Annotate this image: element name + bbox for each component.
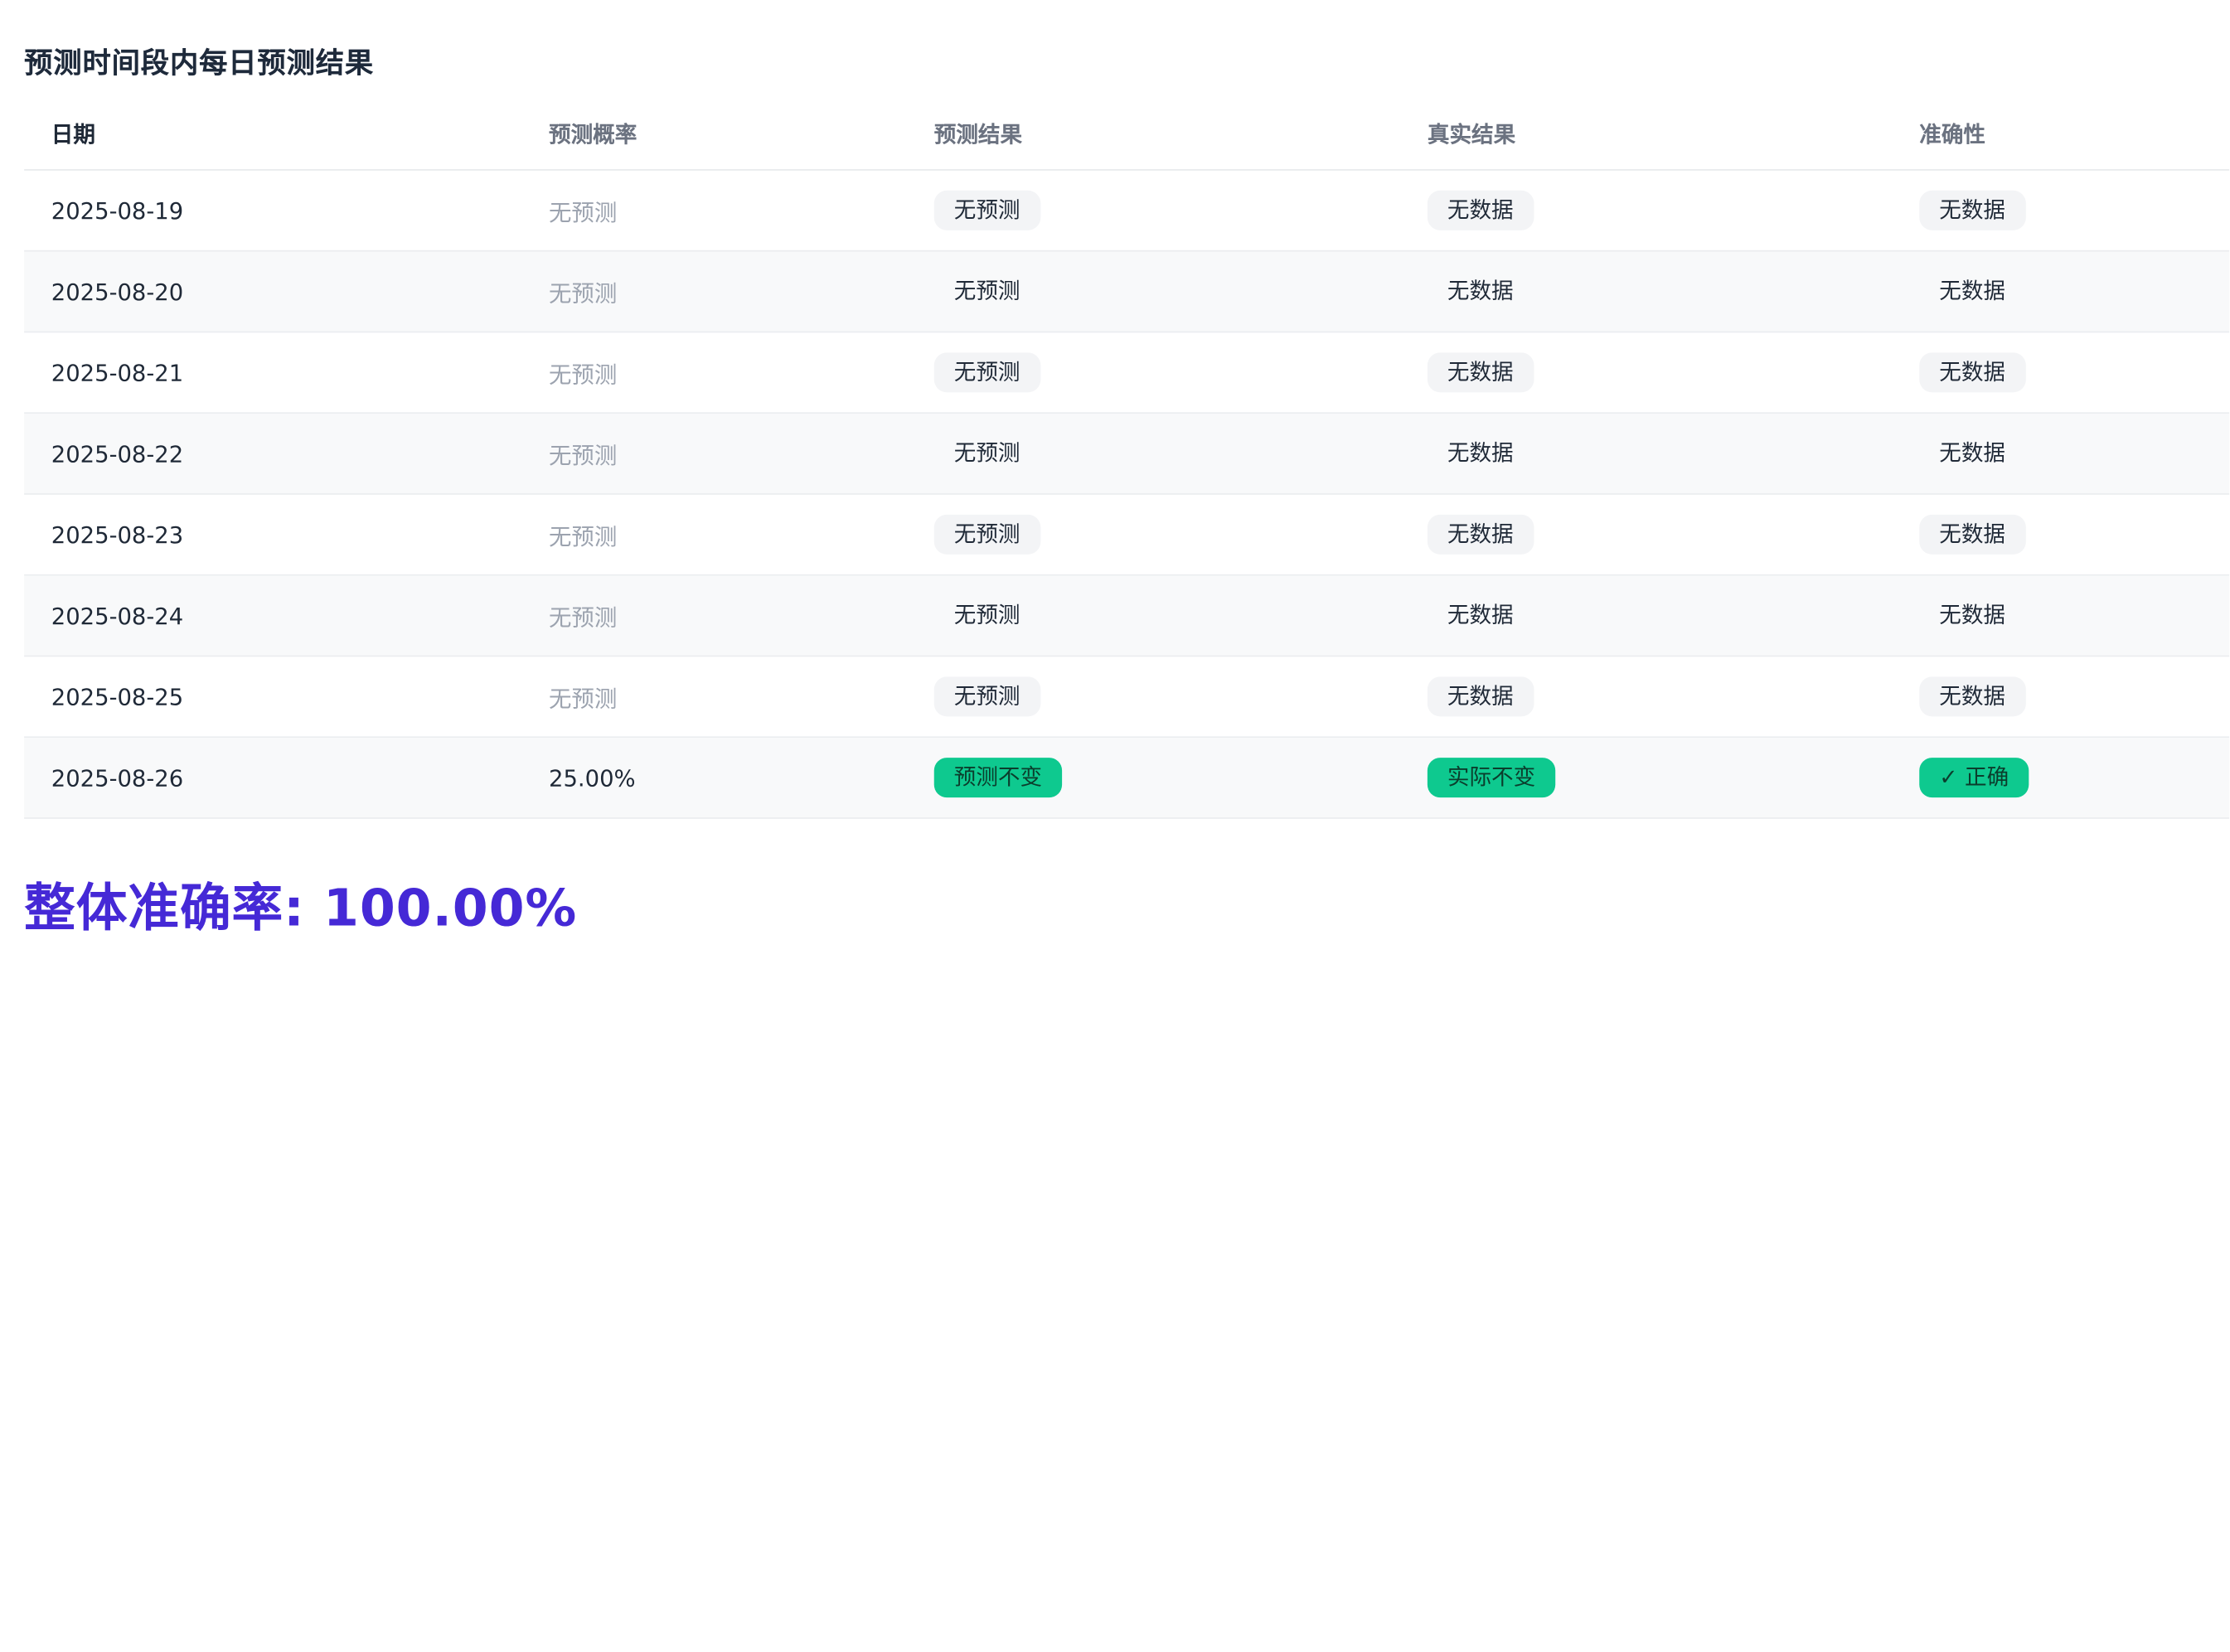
cell-actual: 无数据	[1428, 576, 1534, 656]
cell-date: 2025-08-21	[51, 359, 184, 386]
cell-accuracy: 无数据	[1919, 171, 2026, 250]
cell-probability: 无预测	[548, 603, 618, 632]
accuracy-tag: 无数据	[1919, 190, 2026, 230]
table-header: 日期 预测概率 预测结果 真实结果 准确性	[24, 94, 2230, 171]
table-row: 2025-08-25 无预测 无预测 无数据 无数据	[24, 656, 2230, 739]
cell-actual: 无数据	[1427, 656, 1534, 736]
accuracy-tag: 无数据	[1919, 676, 2026, 717]
prediction-tag: 无预测	[953, 279, 1020, 305]
table-row: 2025-08-21 无预测 无预测 无数据 无数据	[24, 332, 2230, 414]
actual-tag: 无数据	[1427, 676, 1534, 717]
prediction-tag: 无预测	[933, 190, 1040, 230]
table-row: 2025-08-19 无预测 无预测 无数据 无数据	[24, 171, 2230, 252]
actual-tag: 无数据	[1427, 190, 1534, 230]
prediction-tag: 无预测	[953, 440, 1020, 467]
accuracy-tag: 无数据	[1939, 279, 2006, 305]
header-accuracy[interactable]: 准确性	[1919, 118, 1985, 149]
cell-probability: 无预测	[548, 279, 618, 308]
cell-prediction: 无预测	[933, 171, 1040, 250]
prediction-tag: 无预测	[953, 603, 1020, 629]
cell-prediction: 无预测	[934, 252, 1040, 332]
table-row: 2025-08-20 无预测 无预测 无数据 无数据	[24, 251, 2230, 333]
actual-tag: 无数据	[1447, 440, 1514, 467]
cell-date: 2025-08-19	[51, 196, 184, 225]
header-probability[interactable]: 预测概率	[549, 118, 637, 149]
cell-actual: 无数据	[1428, 252, 1534, 332]
prediction-tag: 预测不变	[933, 758, 1063, 798]
cell-prediction: 无预测	[933, 495, 1040, 574]
cell-date: 2025-08-26	[51, 763, 184, 792]
cell-date: 2025-08-25	[51, 683, 184, 710]
prediction-tag: 无预测	[933, 676, 1040, 717]
cell-probability: 无预测	[548, 361, 618, 389]
cell-accuracy: ✓ 正确	[1919, 738, 2029, 817]
actual-tag: 无数据	[1427, 352, 1534, 393]
actual-tag: 无数据	[1447, 603, 1514, 629]
header-prediction[interactable]: 预测结果	[934, 118, 1022, 149]
header-actual[interactable]: 真实结果	[1428, 118, 1515, 149]
cell-prediction: 无预测	[934, 414, 1040, 493]
accuracy-tag: 无数据	[1939, 603, 2006, 629]
cell-prediction: 预测不变	[933, 738, 1063, 817]
cell-date: 2025-08-22	[51, 439, 184, 468]
cell-accuracy: 无数据	[1919, 332, 2026, 412]
cell-prediction: 无预测	[934, 576, 1040, 656]
section-title: 预测时间段内每日预测结果	[24, 45, 375, 80]
table-row: 2025-08-24 无预测 无预测 无数据 无数据	[24, 575, 2230, 657]
cell-date: 2025-08-24	[51, 602, 184, 629]
cell-probability: 无预测	[548, 523, 618, 550]
actual-tag: 无数据	[1447, 279, 1514, 305]
cell-probability: 无预测	[548, 442, 618, 469]
overall-accuracy: 整体准确率: 100.00%	[24, 879, 578, 938]
table-row: 2025-08-23 无预测 无预测 无数据 无数据	[24, 495, 2230, 576]
accuracy-tag: 无数据	[1919, 352, 2026, 393]
actual-tag: 实际不变	[1427, 758, 1556, 798]
cell-probability: 无预测	[548, 199, 618, 226]
cell-accuracy: 无数据	[1919, 414, 2025, 493]
cell-date: 2025-08-20	[51, 278, 184, 305]
header-date[interactable]: 日期	[51, 118, 95, 149]
cell-accuracy: 无数据	[1919, 576, 2025, 656]
cell-date: 2025-08-23	[51, 521, 184, 549]
cell-accuracy: 无数据	[1919, 495, 2026, 574]
cell-actual: 实际不变	[1427, 738, 1556, 817]
cell-actual: 无数据	[1427, 332, 1534, 412]
cell-accuracy: 无数据	[1919, 656, 2026, 736]
cell-prediction: 无预测	[933, 332, 1040, 412]
table-row: 2025-08-26 25.00% 预测不变 实际不变 ✓ 正确	[24, 738, 2230, 819]
cell-prediction: 无预测	[933, 656, 1040, 736]
cell-actual: 无数据	[1427, 171, 1534, 250]
prediction-tag: 无预测	[933, 514, 1040, 555]
cell-probability: 无预测	[548, 685, 618, 713]
cell-probability: 25.00%	[548, 763, 636, 792]
prediction-tag: 无预测	[933, 352, 1040, 393]
cell-accuracy: 无数据	[1919, 252, 2025, 332]
actual-tag: 无数据	[1427, 514, 1534, 555]
cell-actual: 无数据	[1427, 495, 1534, 574]
accuracy-tag: ✓ 正确	[1919, 758, 2029, 798]
table-row: 2025-08-22 无预测 无预测 无数据 无数据	[24, 414, 2230, 495]
accuracy-tag: 无数据	[1919, 514, 2026, 555]
cell-actual: 无数据	[1428, 414, 1534, 493]
accuracy-tag: 无数据	[1939, 440, 2006, 467]
daily-results-table: 日期 预测概率 预测结果 真实结果 准确性 2025-08-19 无预测 无预测…	[24, 94, 2230, 819]
